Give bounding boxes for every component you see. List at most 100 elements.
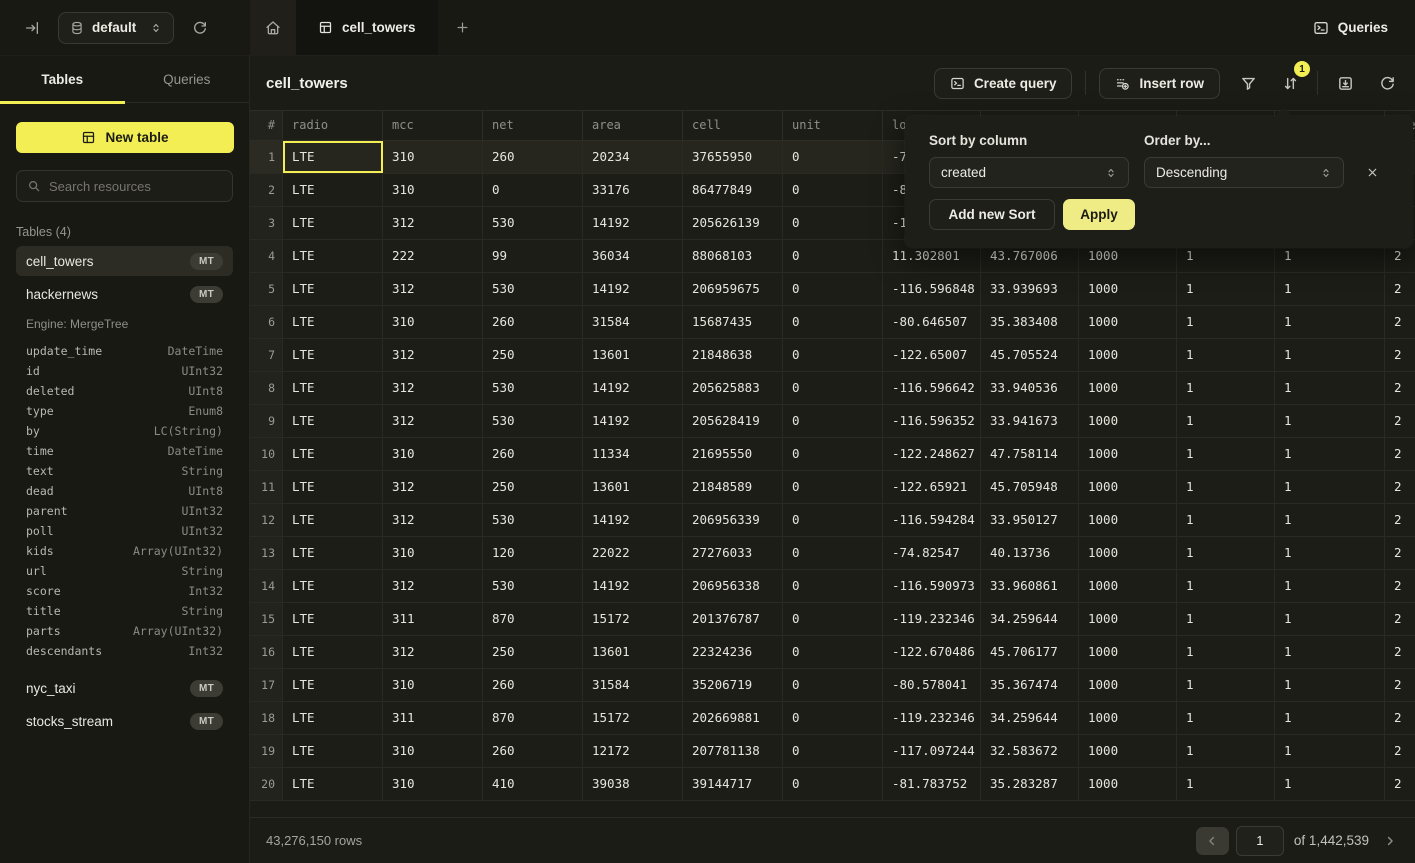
- table-cell[interactable]: 2: [1385, 702, 1415, 734]
- table-cell[interactable]: LTE: [283, 570, 383, 602]
- sidebar-table-stocks_stream[interactable]: stocks_streamMT: [16, 706, 233, 736]
- table-cell[interactable]: 99: [483, 240, 583, 272]
- table-cell[interactable]: 2: [1385, 537, 1415, 569]
- sidebar-table-cell_towers[interactable]: cell_towersMT: [16, 246, 233, 276]
- table-cell[interactable]: 13601: [583, 339, 683, 371]
- table-cell[interactable]: -122.248627: [883, 438, 981, 470]
- table-cell[interactable]: 250: [483, 339, 583, 371]
- column-header-mcc[interactable]: mcc: [383, 111, 483, 140]
- table-cell[interactable]: 1: [1275, 504, 1385, 536]
- table-cell[interactable]: 2: [1385, 339, 1415, 371]
- table-cell[interactable]: -119.232346: [883, 603, 981, 635]
- table-cell[interactable]: 312: [383, 207, 483, 239]
- table-cell[interactable]: 34.259644: [981, 603, 1079, 635]
- download-icon[interactable]: [1331, 69, 1359, 97]
- table-cell[interactable]: 40.13736: [981, 537, 1079, 569]
- table-cell[interactable]: 311: [383, 702, 483, 734]
- table-cell[interactable]: 206956339: [683, 504, 783, 536]
- table-cell[interactable]: 0: [783, 273, 883, 305]
- table-cell[interactable]: 33.939693: [981, 273, 1079, 305]
- table-cell[interactable]: 1: [1275, 570, 1385, 602]
- table-cell[interactable]: LTE: [283, 603, 383, 635]
- table-cell[interactable]: 310: [383, 735, 483, 767]
- table-cell[interactable]: -122.65007: [883, 339, 981, 371]
- table-cell[interactable]: 2: [1385, 669, 1415, 701]
- table-cell[interactable]: 1: [1275, 471, 1385, 503]
- table-cell[interactable]: 312: [383, 570, 483, 602]
- table-cell[interactable]: 530: [483, 273, 583, 305]
- add-new-sort-button[interactable]: Add new Sort: [929, 199, 1055, 230]
- table-cell[interactable]: 0: [783, 669, 883, 701]
- table-cell[interactable]: 1: [1177, 669, 1275, 701]
- table-cell[interactable]: 0: [783, 768, 883, 800]
- table-cell[interactable]: 47.758114: [981, 438, 1079, 470]
- table-cell[interactable]: 1000: [1079, 504, 1177, 536]
- table-cell[interactable]: 1000: [1079, 603, 1177, 635]
- table-cell[interactable]: 530: [483, 207, 583, 239]
- column-header-index[interactable]: #: [250, 111, 283, 140]
- table-cell[interactable]: 310: [383, 669, 483, 701]
- collapse-sidebar-icon[interactable]: [24, 20, 40, 36]
- table-cell[interactable]: 12172: [583, 735, 683, 767]
- create-query-button[interactable]: Create query: [934, 68, 1073, 99]
- table-cell[interactable]: 39038: [583, 768, 683, 800]
- table-cell[interactable]: 1: [1177, 471, 1275, 503]
- table-cell[interactable]: 1: [1177, 570, 1275, 602]
- table-cell[interactable]: 312: [383, 504, 483, 536]
- table-cell[interactable]: 0: [783, 537, 883, 569]
- table-cell[interactable]: 312: [383, 372, 483, 404]
- table-cell[interactable]: 13601: [583, 471, 683, 503]
- table-cell[interactable]: -81.783752: [883, 768, 981, 800]
- table-cell[interactable]: 0: [783, 372, 883, 404]
- table-cell[interactable]: 14192: [583, 405, 683, 437]
- refresh-database-icon[interactable]: [192, 20, 208, 36]
- column-header-radio[interactable]: radio: [283, 111, 383, 140]
- table-cell[interactable]: 0: [783, 405, 883, 437]
- table-cell[interactable]: 312: [383, 636, 483, 668]
- table-cell[interactable]: -117.097244: [883, 735, 981, 767]
- table-cell[interactable]: 1: [1275, 702, 1385, 734]
- table-cell[interactable]: 14192: [583, 570, 683, 602]
- table-cell[interactable]: 1000: [1079, 405, 1177, 437]
- table-cell[interactable]: 15687435: [683, 306, 783, 338]
- table-cell[interactable]: 870: [483, 702, 583, 734]
- table-cell[interactable]: 88068103: [683, 240, 783, 272]
- table-cell[interactable]: 1: [1275, 669, 1385, 701]
- table-cell[interactable]: 45.706177: [981, 636, 1079, 668]
- table-cell[interactable]: LTE: [283, 372, 383, 404]
- table-cell[interactable]: 312: [383, 471, 483, 503]
- table-cell[interactable]: 1: [1177, 504, 1275, 536]
- table-cell[interactable]: 260: [483, 306, 583, 338]
- table-cell[interactable]: LTE: [283, 735, 383, 767]
- table-cell[interactable]: 1: [1275, 768, 1385, 800]
- table-cell[interactable]: LTE: [283, 240, 383, 272]
- table-cell[interactable]: 0: [783, 471, 883, 503]
- table-cell[interactable]: 2: [1385, 438, 1415, 470]
- table-cell[interactable]: 260: [483, 669, 583, 701]
- table-cell[interactable]: -122.670486: [883, 636, 981, 668]
- table-cell[interactable]: 35206719: [683, 669, 783, 701]
- table-cell[interactable]: 0: [783, 603, 883, 635]
- database-selector[interactable]: default: [58, 12, 174, 44]
- table-cell[interactable]: 33.941673: [981, 405, 1079, 437]
- table-cell[interactable]: 410: [483, 768, 583, 800]
- table-cell[interactable]: 0: [783, 438, 883, 470]
- page-input[interactable]: [1236, 826, 1284, 856]
- table-cell[interactable]: 1: [1275, 603, 1385, 635]
- table-cell[interactable]: 1000: [1079, 669, 1177, 701]
- table-cell[interactable]: 45.705948: [981, 471, 1079, 503]
- table-cell[interactable]: -116.596848: [883, 273, 981, 305]
- next-page-button[interactable]: [1383, 834, 1397, 848]
- table-cell[interactable]: 310: [383, 174, 483, 206]
- table-cell[interactable]: LTE: [283, 537, 383, 569]
- table-cell[interactable]: -119.232346: [883, 702, 981, 734]
- sidebar-table-hackernews[interactable]: hackernewsMT: [16, 279, 233, 309]
- table-cell[interactable]: -80.578041: [883, 669, 981, 701]
- table-cell[interactable]: 2: [1385, 471, 1415, 503]
- table-cell[interactable]: 0: [783, 702, 883, 734]
- refresh-table-icon[interactable]: [1373, 69, 1401, 97]
- sort-order-select[interactable]: Descending: [1144, 157, 1344, 188]
- table-cell[interactable]: 311: [383, 603, 483, 635]
- table-cell[interactable]: -74.82547: [883, 537, 981, 569]
- table-cell[interactable]: 35.283287: [981, 768, 1079, 800]
